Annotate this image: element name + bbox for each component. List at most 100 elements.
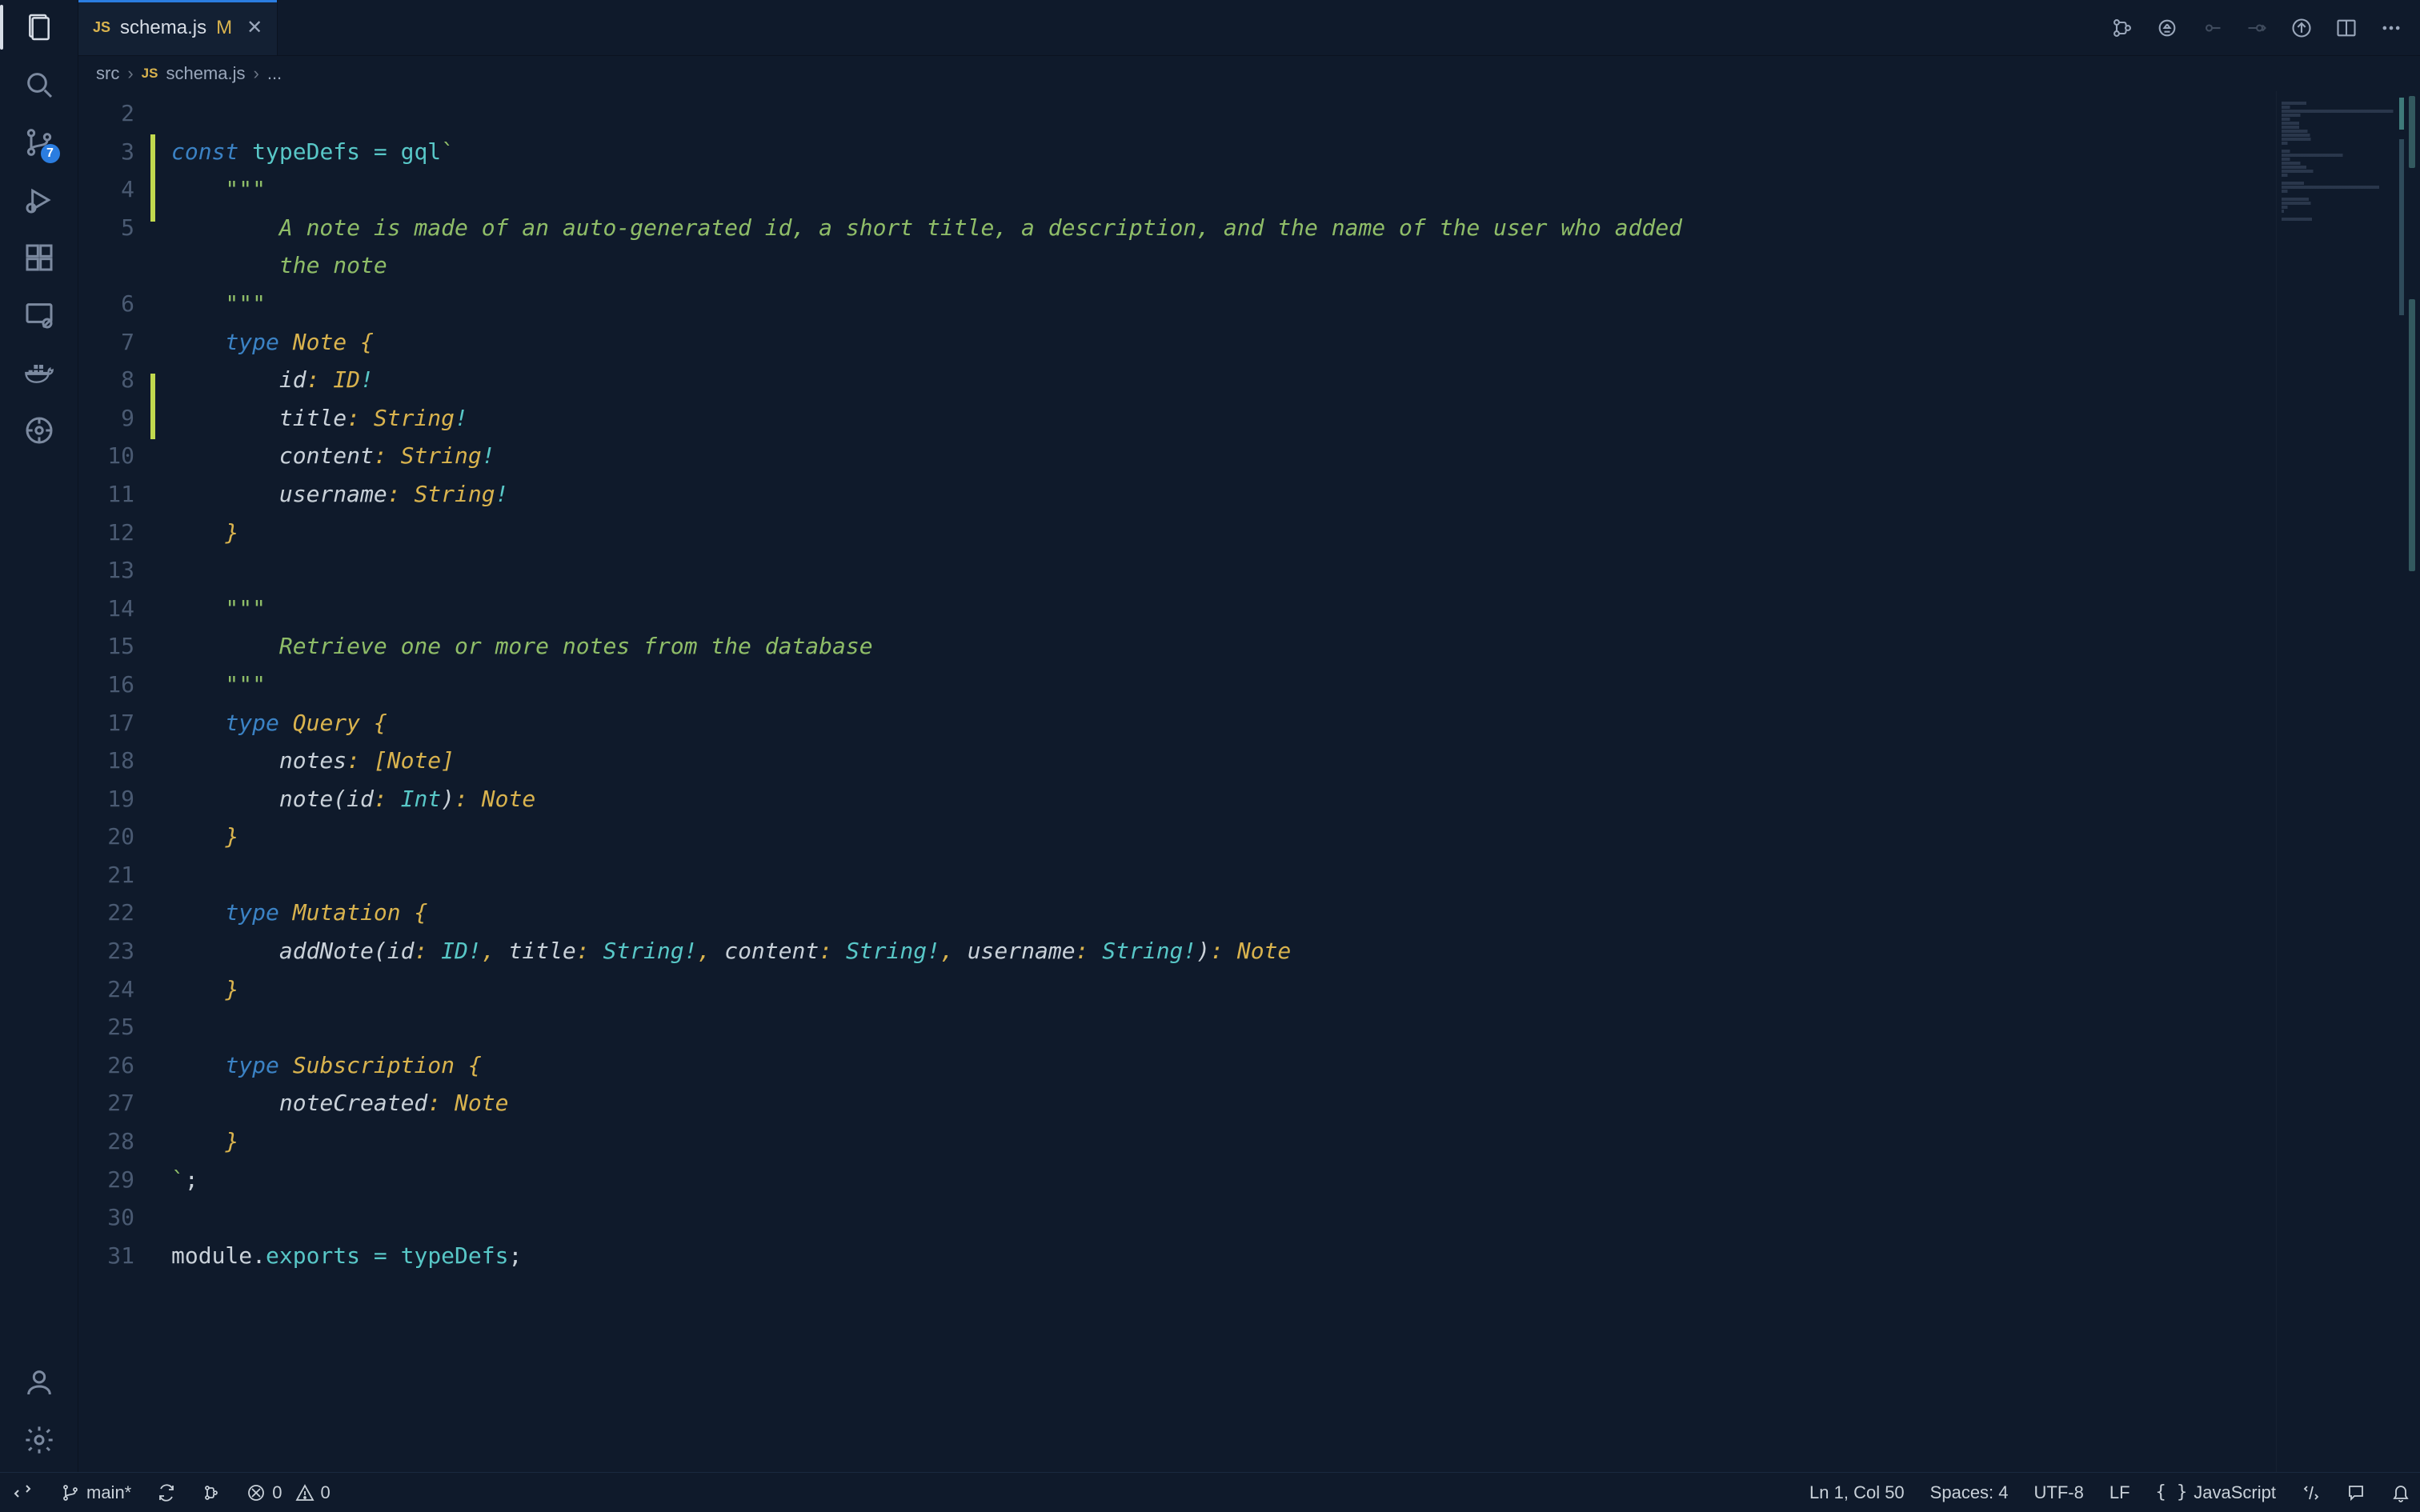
breadcrumb-folder[interactable]: src — [96, 63, 119, 84]
code-line[interactable]: content: String! — [171, 437, 2276, 475]
line-number: 6 — [78, 285, 134, 323]
activity-bar: 7 — [0, 0, 78, 1472]
explorer-icon[interactable] — [22, 10, 57, 45]
code-line[interactable] — [171, 94, 2276, 133]
extensions-icon[interactable] — [22, 240, 57, 275]
git-mod-marker — [150, 91, 155, 113]
accounts-icon[interactable] — [22, 1365, 57, 1400]
cursor-position[interactable]: Ln 1, Col 50 — [1806, 1482, 1908, 1503]
breadcrumb-symbol[interactable]: ... — [267, 63, 282, 84]
prev-change-icon[interactable] — [2199, 15, 2225, 41]
sync-icon[interactable] — [154, 1483, 179, 1502]
search-icon[interactable] — [22, 67, 57, 102]
git-mod-marker — [150, 700, 155, 722]
code-line[interactable]: addNote(id: ID!, title: String!, content… — [171, 932, 2276, 970]
remote-explorer-icon[interactable] — [22, 298, 57, 333]
scm-badge: 7 — [41, 144, 60, 163]
problems[interactable]: 0 0 — [243, 1482, 334, 1503]
run-debug-icon[interactable] — [22, 182, 57, 218]
tab-schema-js[interactable]: JS schema.js M ✕ — [78, 0, 278, 55]
code-line[interactable]: type Mutation { — [171, 894, 2276, 932]
line-number: 16 — [78, 666, 134, 704]
breadcrumb[interactable]: src › JS schema.js › ... — [78, 56, 2420, 91]
code-line[interactable]: const typeDefs = gql` — [171, 133, 2276, 171]
settings-gear-icon[interactable] — [22, 1422, 57, 1458]
git-mod-marker — [150, 243, 155, 265]
code-line[interactable] — [171, 1198, 2276, 1237]
line-number: 15 — [78, 627, 134, 666]
notifications-icon[interactable] — [2388, 1483, 2414, 1502]
eol[interactable]: LF — [2106, 1482, 2134, 1503]
code-line[interactable]: Retrieve one or more notes from the data… — [171, 627, 2276, 666]
language-mode[interactable]: { } JavaScript — [2153, 1482, 2279, 1503]
code-line[interactable]: `; — [171, 1161, 2276, 1199]
line-number: 13 — [78, 551, 134, 590]
code-line[interactable]: """ — [171, 590, 2276, 628]
git-mod-marker — [150, 396, 155, 418]
code-line[interactable]: type Query { — [171, 704, 2276, 742]
minimap[interactable] — [2276, 91, 2404, 1472]
braces-icon: { } — [2156, 1482, 2188, 1502]
code-line[interactable]: } — [171, 514, 2276, 552]
code-line[interactable]: } — [171, 818, 2276, 856]
source-control-icon[interactable]: 7 — [22, 125, 57, 160]
code-line[interactable]: } — [171, 970, 2276, 1009]
code-line[interactable]: username: String! — [171, 475, 2276, 514]
code-line[interactable]: } — [171, 1122, 2276, 1161]
git-mod-marker — [150, 439, 155, 461]
code-line[interactable] — [171, 551, 2276, 590]
code-line[interactable] — [171, 1008, 2276, 1046]
code-line[interactable]: A note is made of an auto-generated id, … — [171, 209, 2276, 247]
code-line[interactable]: """ — [171, 666, 2276, 704]
line-number: 29 — [78, 1161, 134, 1199]
git-mod-marker — [150, 309, 155, 330]
git-mod-marker — [150, 157, 155, 178]
remote-indicator[interactable] — [6, 1473, 38, 1512]
code-line[interactable]: noteCreated: Note — [171, 1084, 2276, 1122]
code-line[interactable]: """ — [171, 170, 2276, 209]
line-number: 21 — [78, 856, 134, 894]
overview-ruler[interactable] — [2404, 91, 2420, 1472]
indentation[interactable]: Spaces: 4 — [1927, 1482, 2012, 1503]
toggle-icon[interactable] — [2289, 15, 2314, 41]
code-line[interactable]: title: String! — [171, 399, 2276, 438]
feedback-icon[interactable] — [2343, 1483, 2369, 1502]
code-line[interactable]: note(id: Int): Note — [171, 780, 2276, 818]
code-line[interactable]: type Note { — [171, 323, 2276, 362]
line-number: 5 — [78, 209, 134, 247]
docker-icon[interactable] — [22, 355, 57, 390]
code-line[interactable]: notes: [Note] — [171, 742, 2276, 780]
code-line[interactable]: """ — [171, 285, 2276, 323]
git-mod-marker — [150, 461, 155, 482]
line-number: 8 — [78, 361, 134, 399]
encoding[interactable]: UTF-8 — [2031, 1482, 2087, 1503]
git-mod-marker — [150, 548, 155, 570]
line-number: 17 — [78, 704, 134, 742]
more-icon[interactable] — [2378, 15, 2404, 41]
compare-changes-icon[interactable] — [2109, 15, 2135, 41]
open-changes-icon[interactable] — [2154, 15, 2180, 41]
line-number: 9 — [78, 399, 134, 438]
code-area[interactable]: const typeDefs = gql` """ A note is made… — [155, 91, 2276, 1472]
close-icon[interactable]: ✕ — [246, 16, 262, 39]
code-line[interactable]: module.exports = typeDefs; — [171, 1237, 2276, 1275]
editor-actions — [2109, 0, 2420, 55]
code-line[interactable] — [171, 856, 2276, 894]
code-line[interactable]: id: ID! — [171, 361, 2276, 399]
gitlens-status-icon[interactable] — [198, 1483, 224, 1502]
code-line[interactable]: the note — [171, 246, 2276, 285]
git-mod-marker — [150, 330, 155, 352]
editor[interactable]: 2345678910111213141516171819202122232425… — [78, 91, 2420, 1472]
git-branch[interactable]: main* — [58, 1482, 134, 1503]
breadcrumb-file[interactable]: schema.js — [166, 63, 245, 84]
git-mod-marker — [150, 134, 155, 156]
git-mod-marker — [150, 287, 155, 309]
split-editor-icon[interactable] — [2334, 15, 2359, 41]
code-line[interactable]: type Subscription { — [171, 1046, 2276, 1085]
git-mod-marker — [150, 178, 155, 200]
next-change-icon[interactable] — [2244, 15, 2270, 41]
gitlens-icon[interactable] — [22, 413, 57, 448]
line-number: 19 — [78, 780, 134, 818]
status-bar: main* 0 0 Ln 1, Col 50 Spaces: 4 UTF-8 L… — [0, 1472, 2420, 1512]
prettier-icon[interactable] — [2298, 1483, 2324, 1502]
